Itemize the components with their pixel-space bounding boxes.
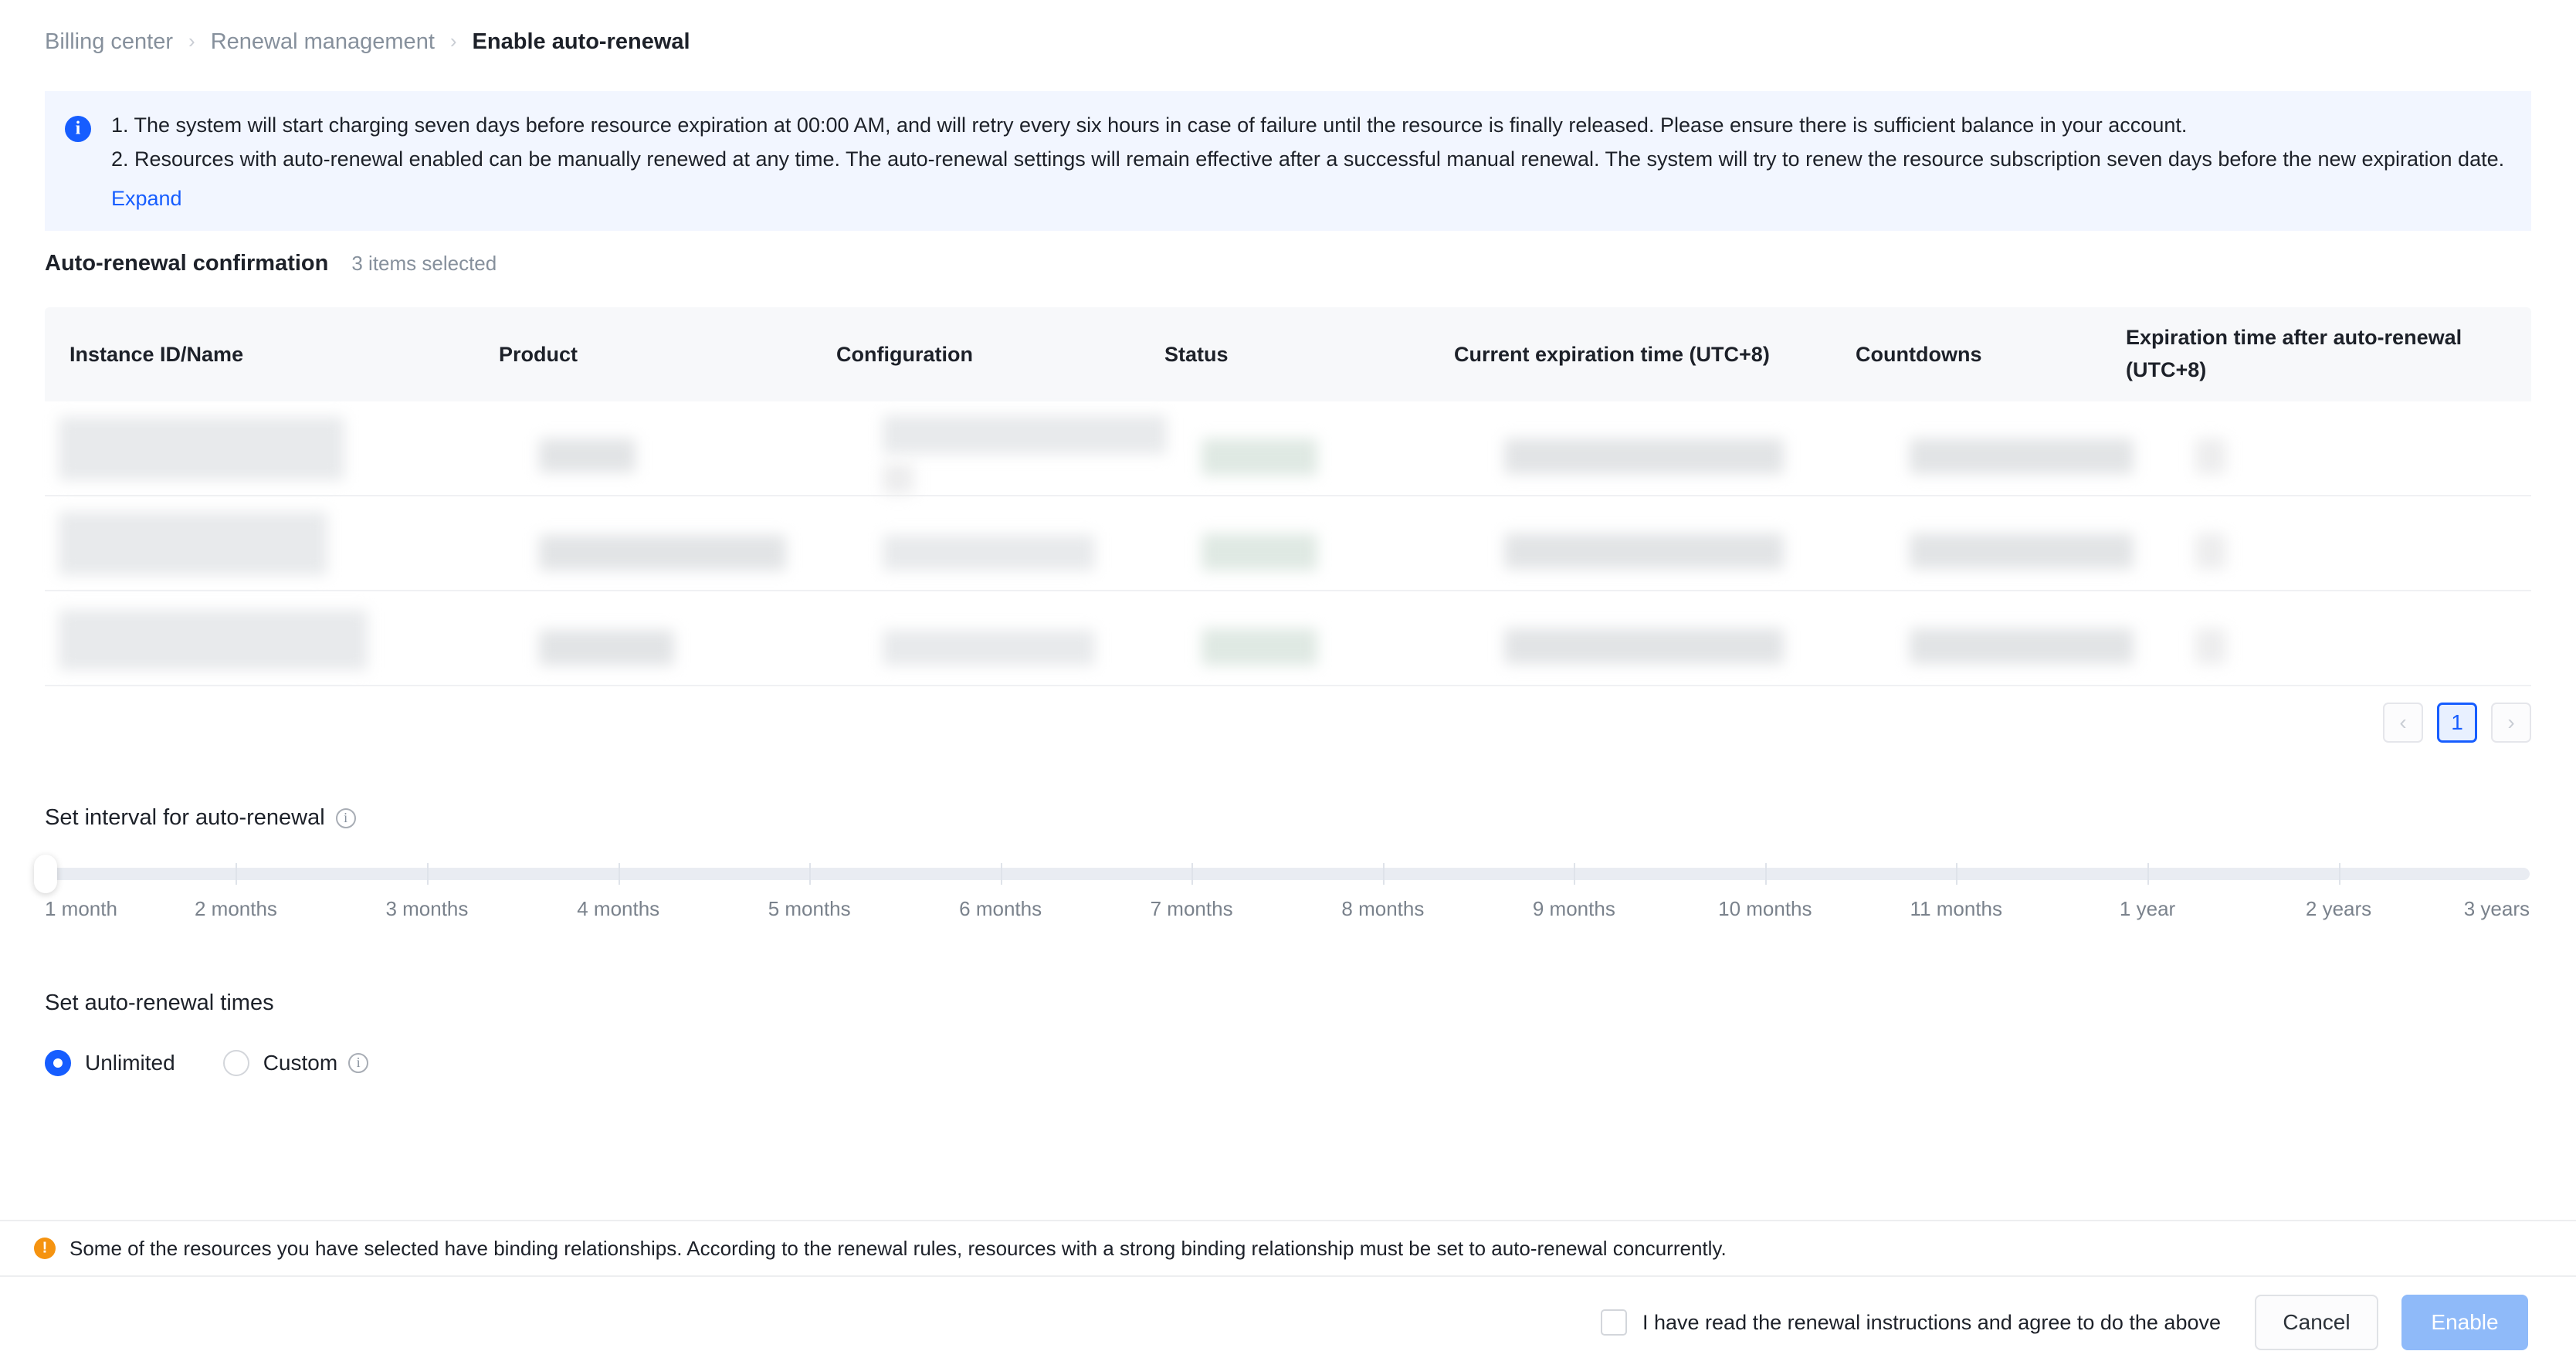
table-header-expiration-time-after-auto-renewal: Expiration time after auto-renewal (UTC+… — [2126, 326, 2462, 381]
info-circle-icon — [65, 116, 91, 142]
binding-warning-bar: Some of the resources you have selected … — [0, 1220, 2576, 1277]
breadcrumb-item-billing-center[interactable]: Billing center — [45, 29, 173, 55]
table-row[interactable] — [45, 496, 2531, 591]
radio-unlimited-indicator[interactable] — [45, 1050, 71, 1076]
table-row[interactable] — [45, 401, 2531, 496]
table-header-configuration: Configuration — [836, 343, 973, 366]
chevron-left-icon: ‹ — [2399, 710, 2407, 734]
chevron-right-icon: › — [2507, 710, 2515, 734]
breadcrumb-separator-icon: › — [449, 29, 457, 52]
slider-label-1-year[interactable]: 1 year — [2120, 897, 2175, 921]
info-banner-body: 1. The system will start charging seven … — [111, 108, 2535, 211]
table-body — [45, 401, 2531, 686]
set-interval-header: Set interval for auto-renewal — [45, 805, 356, 831]
slider-label-7-months[interactable]: 7 months — [1151, 897, 1233, 921]
info-banner-icon-wrap — [45, 108, 111, 211]
pagination-next-button[interactable]: › — [2491, 703, 2531, 743]
page-title: Auto-renewal confirmation — [45, 251, 329, 276]
radio-custom-indicator[interactable] — [222, 1050, 249, 1076]
slider-label-4-months[interactable]: 4 months — [577, 897, 659, 921]
radio-unlimited-label: Unlimited — [85, 1051, 175, 1075]
slider-tick-labels: 1 month 2 months 3 months 4 months 5 mon… — [45, 897, 2530, 928]
agree-checkbox-row[interactable]: I have read the renewal instructions and… — [1601, 1309, 2221, 1336]
radio-option-unlimited[interactable]: Unlimited — [45, 1050, 175, 1076]
radio-custom-label: Custom — [263, 1051, 338, 1075]
set-auto-renewal-times-header: Set auto-renewal times — [45, 990, 274, 1016]
breadcrumb-item-enable-auto-renewal: Enable auto-renewal — [472, 29, 690, 54]
table-header-countdowns: Countdowns — [1856, 343, 1982, 366]
slider-label-9-months[interactable]: 9 months — [1533, 897, 1615, 921]
table-header-status: Status — [1164, 343, 1229, 366]
footer-action-bar: I have read the renewal instructions and… — [0, 1277, 2576, 1368]
slider-label-8-months[interactable]: 8 months — [1341, 897, 1424, 921]
info-banner: 1. The system will start charging seven … — [45, 91, 2531, 231]
enable-button[interactable]: Enable — [2401, 1295, 2528, 1350]
slider-label-3-months[interactable]: 3 months — [385, 897, 468, 921]
slider-handle[interactable] — [34, 855, 57, 893]
binding-warning-text: Some of the resources you have selected … — [69, 1236, 1727, 1260]
table-header-product: Product — [499, 343, 578, 366]
table-row[interactable] — [45, 591, 2531, 686]
info-banner-line-1: 1. The system will start charging seven … — [111, 113, 2188, 137]
info-outline-icon[interactable] — [348, 1053, 369, 1073]
table-header-row: Instance ID/Name Product Configuration S… — [45, 307, 2531, 401]
slider-label-10-months[interactable]: 10 months — [1718, 897, 1812, 921]
breadcrumb-item-renewal-management[interactable]: Renewal management — [211, 29, 435, 55]
slider-label-5-months[interactable]: 5 months — [768, 897, 851, 921]
slider-track[interactable] — [34, 855, 2530, 893]
set-interval-label: Set interval for auto-renewal — [45, 805, 325, 830]
selected-count-label: 3 items selected — [351, 252, 497, 275]
breadcrumb-separator-icon: › — [188, 29, 195, 52]
expand-link[interactable]: Expand — [111, 187, 182, 211]
agree-checkbox[interactable] — [1601, 1309, 1627, 1336]
breadcrumb: Billing center › Renewal management › En… — [45, 28, 690, 56]
set-auto-renewal-times-label: Set auto-renewal times — [45, 990, 274, 1015]
slider-label-6-months[interactable]: 6 months — [959, 897, 1042, 921]
table-header-current-expiration-time: Current expiration time (UTC+8) — [1454, 343, 1770, 366]
interval-slider[interactable]: 1 month 2 months 3 months 4 months 5 mon… — [34, 855, 2530, 920]
slider-label-11-months[interactable]: 11 months — [1910, 897, 2002, 921]
info-outline-icon[interactable] — [335, 808, 356, 828]
info-banner-line-2: 2. Resources with auto-renewal enabled c… — [111, 147, 2505, 171]
slider-label-3-years[interactable]: 3 years — [2464, 897, 2530, 921]
warning-circle-icon — [34, 1238, 56, 1259]
pagination-page-1-button[interactable]: 1 — [2437, 703, 2477, 743]
cancel-button[interactable]: Cancel — [2255, 1295, 2378, 1350]
pagination-prev-button[interactable]: ‹ — [2383, 703, 2423, 743]
slider-label-2-years[interactable]: 2 years — [2306, 897, 2371, 921]
auto-renewal-table: Instance ID/Name Product Configuration S… — [45, 307, 2531, 686]
slider-label-2-months[interactable]: 2 months — [195, 897, 277, 921]
section-header: Auto-renewal confirmation 3 items select… — [45, 251, 497, 276]
agree-checkbox-label: I have read the renewal instructions and… — [1642, 1310, 2221, 1334]
page-root: Billing center › Renewal management › En… — [0, 0, 2576, 1368]
auto-renewal-times-radio-group: Unlimited Custom — [45, 1050, 369, 1076]
table-header-instance-id-name: Instance ID/Name — [69, 343, 244, 366]
slider-label-1-month[interactable]: 1 month — [45, 897, 117, 921]
radio-option-custom[interactable]: Custom — [222, 1050, 369, 1076]
pagination: ‹ 1 › — [2383, 703, 2531, 743]
